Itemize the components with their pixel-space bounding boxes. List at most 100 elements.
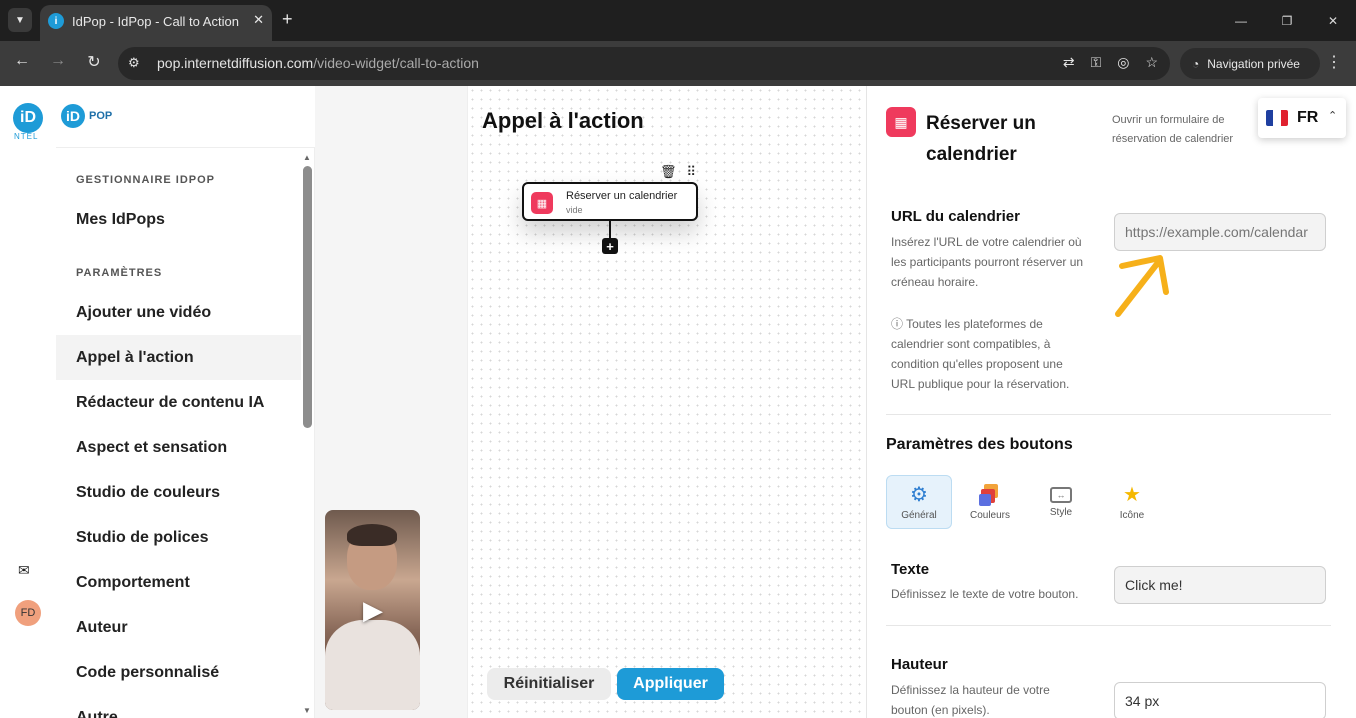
tab-search-button[interactable]: ▼ [8,8,32,32]
tab-colors[interactable]: Couleurs [957,475,1023,529]
site-info-icon[interactable]: ⚙ [128,55,140,71]
reload-button[interactable]: ↻ [83,52,105,72]
url-text[interactable]: pop.internetdiffusion.com/video-widget/c… [157,55,479,71]
restore-button[interactable]: ❐ [1264,0,1310,41]
text-field-help: Définissez le texte de votre bouton. [891,587,1079,601]
properties-panel [866,86,1356,718]
tab-title: IdPop - IdPop - Call to Action [72,14,239,29]
brand-logo[interactable]: iD POP [61,104,112,128]
annotation-arrow-icon [1115,255,1169,317]
node-subtitle: vide [566,205,583,215]
apply-button[interactable]: Appliquer [617,668,724,700]
chevron-up-icon: ⌃ [1328,110,1338,122]
section-divider [886,414,1331,415]
tab-general[interactable]: ⚙ Général [886,475,952,529]
tab-style-label: Style [1049,506,1073,518]
calendar-url-label: URL du calendrier [891,208,1020,225]
tab-general-label: Général [901,509,937,521]
language-code: FR [1297,109,1319,126]
sidebar-item-custom-code[interactable]: Code personnalisé [56,650,301,695]
browser-toolbar: ← → ↻ ⚙ pop.internetdiffusion.com/video-… [0,41,1356,86]
button-settings-heading: Paramètres des boutons [886,436,1073,453]
sidebar-item-font-studio[interactable]: Studio de polices [56,515,301,560]
calendar-url-input[interactable] [1114,213,1326,251]
sidebar-scrollbar[interactable]: ▲ ▼ [301,150,315,718]
browser-tab[interactable]: i IdPop - IdPop - Call to Action ✕ [40,5,272,41]
calendar-icon: ▦ [886,107,916,137]
section-manager-heading: GESTIONNAIRE IDPOP [76,174,216,186]
calendar-icon: ▦ [531,192,553,214]
scroll-up-icon[interactable]: ▲ [303,153,311,162]
back-button[interactable]: ← [11,52,33,70]
window-controls: — ❐ ✕ [1218,0,1356,41]
avatar[interactable]: FD [15,600,41,626]
url-path: /video-widget/call-to-action [313,55,479,71]
brand-text: POP [89,110,113,122]
forward-button[interactable]: → [47,52,69,70]
new-tab-button[interactable]: + [282,9,293,29]
text-field-label: Texte [891,561,930,578]
style-icon: ↔ [1050,486,1072,503]
node-title: Réserver un calendrier [566,190,678,202]
node-toolbar: 🗑 ⠿ [660,164,696,180]
omnibox-actions: ⇄ ⚿ ◎ ☆ [1063,54,1158,71]
button-height-input[interactable]: 34 px [1114,682,1326,718]
height-field-label: Hauteur [891,656,948,673]
browser-menu-icon[interactable]: ⋮ [1326,52,1342,72]
button-text-input[interactable]: Click me! [1114,566,1326,604]
sidebar-item-author[interactable]: Auteur [56,605,301,650]
minimize-button[interactable]: — [1218,0,1264,41]
france-flag-icon [1266,110,1288,126]
gear-icon: ⚙ [910,483,928,506]
brand-mark: iD [61,104,85,128]
sidebar-item-ai-writer[interactable]: Rédacteur de contenu IA [56,380,301,425]
height-field-help: Définissez la hauteur de votre bouton (e… [891,683,1050,717]
eye-off-icon[interactable]: ◎ [1117,54,1129,71]
calendar-url-note: ⓘ Toutes les plateformes de calendrier s… [891,317,1070,391]
drag-handle-icon[interactable]: ⠿ [687,164,697,180]
sidebar-item-color-studio[interactable]: Studio de couleurs [56,470,301,515]
tab-icon-label: Icône [1119,509,1145,521]
rail-secondary-app[interactable]: NTEL [14,132,38,141]
sidebar-item-add-video[interactable]: Ajouter une vidéo [56,290,301,335]
favicon-icon: i [48,13,64,29]
close-window-button[interactable]: ✕ [1310,0,1356,41]
bookmark-star-icon[interactable]: ☆ [1145,54,1158,71]
tab-style[interactable]: ↔ Style [1028,475,1094,529]
calendar-url-help: Insérez l'URL de votre calendrier où les… [891,235,1084,289]
section-settings-heading: PARAMÈTRES [76,267,163,279]
page-title: Appel à l'action [482,108,644,133]
address-bar[interactable]: ⚙ pop.internetdiffusion.com/video-widget… [118,47,1170,80]
video-preview[interactable]: ▶ [325,510,420,710]
section-divider [886,625,1331,626]
browser-tab-strip: ▼ i IdPop - IdPop - Call to Action ✕ + —… [0,0,1356,41]
sidebar-item-other[interactable]: Autre [56,695,301,718]
incognito-icon: ◔ [1192,56,1200,71]
tab-colors-label: Couleurs [969,509,1011,521]
sidebar-item-look-and-feel[interactable]: Aspect et sensation [56,425,301,470]
settings-sidebar: GESTIONNAIRE IDPOP Mes IdPops PARAMÈTRES… [56,148,315,718]
tab-icon[interactable]: ★ Icône [1099,475,1165,529]
button-settings-tabs: ⚙ Général Couleurs ↔ Style ★ Icône [886,475,1165,529]
close-tab-icon[interactable]: ✕ [253,12,264,28]
scroll-down-icon[interactable]: ▼ [303,706,311,715]
scrollbar-thumb[interactable] [303,166,312,428]
sidebar-item-mes-idpops[interactable]: Mes IdPops [56,197,301,242]
reset-button[interactable]: Réinitialiser [487,668,611,700]
trash-icon[interactable]: 🗑 [660,164,677,180]
play-icon[interactable]: ▶ [363,595,383,626]
idpop-app-icon[interactable]: iD [13,103,43,133]
palette-icon [979,483,1001,506]
add-node-button[interactable]: + [602,238,618,254]
sidebar-item-call-to-action[interactable]: Appel à l'action [56,335,301,380]
key-icon[interactable]: ⚿ [1091,54,1102,71]
flow-editor-canvas[interactable] [467,86,866,718]
star-icon: ★ [1123,483,1141,506]
language-selector[interactable]: FR ⌃ [1258,98,1346,138]
cta-node[interactable]: ▦ Réserver un calendrier vide [522,182,698,221]
private-browsing-indicator[interactable]: ◔ Navigation privée [1180,48,1320,79]
translate-icon[interactable]: ⇄ [1063,54,1075,71]
sidebar-item-behavior[interactable]: Comportement [56,560,301,605]
mail-icon[interactable]: ✉ [18,562,30,579]
panel-title: Réserver un calendrier [926,113,1036,165]
